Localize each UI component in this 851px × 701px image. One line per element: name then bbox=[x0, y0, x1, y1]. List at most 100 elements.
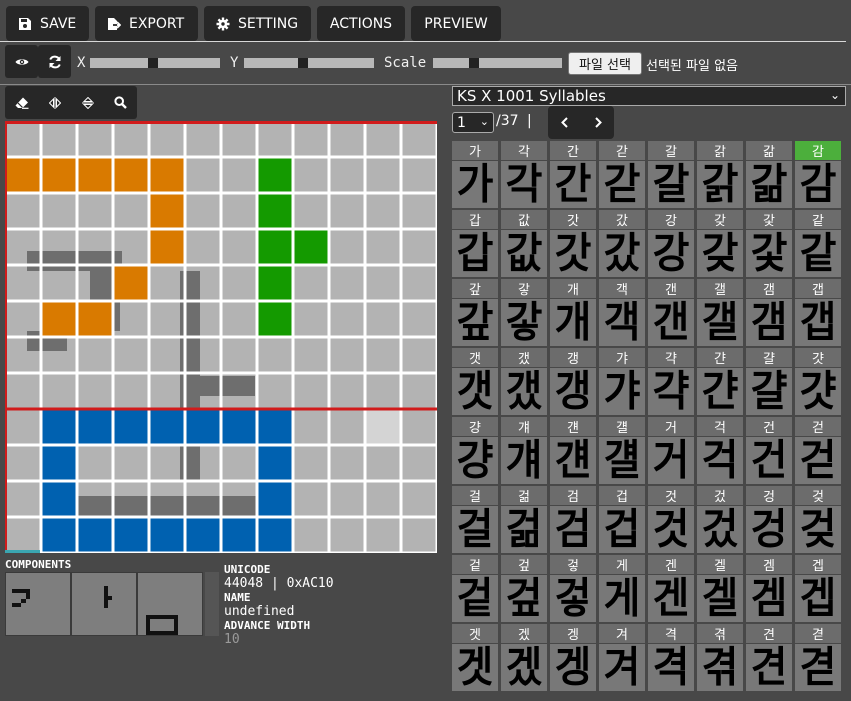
glyph-editor-grid[interactable] bbox=[5, 121, 437, 553]
glyph-cell[interactable]: 간간 bbox=[550, 141, 596, 210]
glyph-cell[interactable]: 겟겟 bbox=[452, 624, 498, 693]
flip-vertical-button[interactable] bbox=[71, 86, 104, 119]
glyph-cell[interactable]: 겡겡 bbox=[550, 624, 596, 693]
glyph-cell[interactable]: 걸걸 bbox=[452, 486, 498, 555]
orange-pixel[interactable] bbox=[149, 193, 185, 229]
glyph-cell[interactable]: 걀걀 bbox=[746, 348, 792, 417]
scale-slider-thumb[interactable] bbox=[469, 58, 479, 68]
glyph-cell[interactable]: 각각 bbox=[501, 141, 547, 210]
prev-page-button[interactable] bbox=[548, 106, 581, 139]
zoom-button[interactable] bbox=[104, 86, 137, 119]
glyph-cell[interactable]: 가가 bbox=[452, 141, 498, 210]
charset-select[interactable]: KS X 1001 Syllables ⌄ bbox=[452, 86, 846, 106]
x-slider[interactable] bbox=[90, 58, 220, 68]
glyph-cell[interactable]: 겯겯 bbox=[795, 624, 841, 693]
orange-pixel[interactable] bbox=[77, 301, 113, 337]
editor-canvas[interactable] bbox=[5, 121, 437, 553]
glyph-cell[interactable]: 겔겔 bbox=[697, 555, 743, 624]
file-choose-button[interactable]: 파일 선택 bbox=[568, 52, 642, 75]
glyph-cell[interactable]: 겆겆 bbox=[795, 486, 841, 555]
glyph-cell[interactable]: 갇갇 bbox=[599, 141, 645, 210]
glyph-cell[interactable]: 갑갑 bbox=[452, 210, 498, 279]
glyph-cell[interactable]: 갖갖 bbox=[697, 210, 743, 279]
orange-pixel[interactable] bbox=[149, 157, 185, 193]
green-pixel[interactable] bbox=[257, 265, 293, 301]
glyph-cell[interactable]: 겝겝 bbox=[795, 555, 841, 624]
page-select[interactable]: 1 ⌄ bbox=[452, 112, 494, 133]
glyph-cell[interactable]: 걱걱 bbox=[697, 417, 743, 486]
toggle-preview-button[interactable] bbox=[5, 45, 38, 78]
glyph-cell[interactable]: 갚갚 bbox=[452, 279, 498, 348]
glyph-cell[interactable]: 겅겅 bbox=[746, 486, 792, 555]
orange-pixel[interactable] bbox=[41, 301, 77, 337]
glyph-cell[interactable]: 게게 bbox=[599, 555, 645, 624]
setting-button[interactable]: SETTING bbox=[204, 6, 311, 41]
y-slider[interactable] bbox=[244, 58, 374, 68]
blue-pixel[interactable] bbox=[113, 409, 149, 445]
glyph-cell[interactable]: 겋겋 bbox=[550, 555, 596, 624]
glyph-cell[interactable]: 갉갉 bbox=[697, 141, 743, 210]
glyph-cell[interactable]: 갱갱 bbox=[550, 348, 596, 417]
glyph-cell[interactable]: 값값 bbox=[501, 210, 547, 279]
glyph-cell[interactable]: 갛갛 bbox=[501, 279, 547, 348]
glyph-cell[interactable]: 감감 bbox=[795, 141, 841, 210]
glyph-cell[interactable]: 갔갔 bbox=[599, 210, 645, 279]
glyph-cell[interactable]: 갰갰 bbox=[501, 348, 547, 417]
glyph-cell[interactable]: 갓갓 bbox=[550, 210, 596, 279]
blue-pixel[interactable] bbox=[149, 517, 185, 553]
eraser-button[interactable] bbox=[5, 86, 38, 119]
glyph-cell[interactable]: 견견 bbox=[746, 624, 792, 693]
glyph-cell[interactable]: 겁겁 bbox=[599, 486, 645, 555]
glyph-cell[interactable]: 강강 bbox=[648, 210, 694, 279]
component-2[interactable] bbox=[71, 572, 137, 636]
y-slider-thumb[interactable] bbox=[298, 58, 308, 68]
x-slider-thumb[interactable] bbox=[148, 58, 158, 68]
glyph-cell[interactable]: 걔걔 bbox=[501, 417, 547, 486]
orange-pixel[interactable] bbox=[113, 265, 149, 301]
blue-pixel[interactable] bbox=[41, 409, 77, 445]
glyph-cell[interactable]: 갯갯 bbox=[452, 348, 498, 417]
glyph-cell[interactable]: 같같 bbox=[795, 210, 841, 279]
save-button[interactable]: SAVE bbox=[6, 6, 89, 41]
orange-pixel[interactable] bbox=[41, 157, 77, 193]
blue-pixel[interactable] bbox=[221, 409, 257, 445]
glyph-cell[interactable]: 객객 bbox=[599, 279, 645, 348]
blue-pixel[interactable] bbox=[41, 481, 77, 517]
glyph-cell[interactable]: 걺걺 bbox=[501, 486, 547, 555]
glyph-cell[interactable]: 갸갸 bbox=[599, 348, 645, 417]
blue-pixel[interactable] bbox=[257, 445, 293, 481]
glyph-cell[interactable]: 겊겊 bbox=[501, 555, 547, 624]
blue-pixel[interactable] bbox=[113, 517, 149, 553]
glyph-cell[interactable]: 걘걘 bbox=[550, 417, 596, 486]
orange-pixel[interactable] bbox=[5, 157, 41, 193]
glyph-cell[interactable]: 건건 bbox=[746, 417, 792, 486]
green-pixel[interactable] bbox=[293, 229, 329, 265]
blue-pixel[interactable] bbox=[77, 409, 113, 445]
glyph-cell[interactable]: 겄겄 bbox=[697, 486, 743, 555]
glyph-cell[interactable]: 갤갤 bbox=[697, 279, 743, 348]
blue-pixel[interactable] bbox=[257, 481, 293, 517]
glyph-cell[interactable]: 걍걍 bbox=[452, 417, 498, 486]
glyph-cell[interactable]: 격격 bbox=[648, 624, 694, 693]
glyph-cell[interactable]: 걜걜 bbox=[599, 417, 645, 486]
glyph-cell[interactable]: 걋걋 bbox=[795, 348, 841, 417]
green-pixel[interactable] bbox=[257, 229, 293, 265]
glyph-cell[interactable]: 갗갗 bbox=[746, 210, 792, 279]
glyph-cell[interactable]: 거거 bbox=[648, 417, 694, 486]
component-1[interactable] bbox=[5, 572, 71, 636]
glyph-cell[interactable]: 겉겉 bbox=[452, 555, 498, 624]
glyph-cell[interactable]: 개개 bbox=[550, 279, 596, 348]
glyph-cell[interactable]: 겪겪 bbox=[697, 624, 743, 693]
blue-pixel[interactable] bbox=[221, 517, 257, 553]
green-pixel[interactable] bbox=[257, 193, 293, 229]
orange-pixel[interactable] bbox=[77, 157, 113, 193]
green-pixel[interactable] bbox=[257, 301, 293, 337]
glyph-cell[interactable]: 갈갈 bbox=[648, 141, 694, 210]
glyph-cell[interactable]: 갊갊 bbox=[746, 141, 792, 210]
scale-slider[interactable] bbox=[433, 58, 562, 68]
components-scrollbar[interactable] bbox=[205, 572, 219, 636]
glyph-cell[interactable]: 검검 bbox=[550, 486, 596, 555]
export-button[interactable]: EXPORT bbox=[95, 6, 198, 41]
advance-width-value[interactable]: 10 bbox=[224, 632, 334, 647]
glyph-cell[interactable]: 갬갬 bbox=[746, 279, 792, 348]
